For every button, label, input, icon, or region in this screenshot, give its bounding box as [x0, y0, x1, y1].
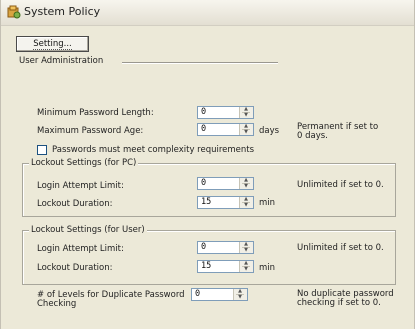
user-lockout-duration-spinner[interactable]: 15 ▲ ▼ [197, 260, 254, 273]
duplicate-levels-spinner[interactable]: 0 ▲ ▼ [191, 288, 248, 301]
user-login-attempt-label: Login Attempt Limit: [37, 244, 124, 254]
duplicate-levels-arrows[interactable]: ▲ ▼ [233, 289, 247, 300]
duplicate-levels-value: 0 [195, 289, 201, 299]
pc-lockout-duration-value: 15 [201, 197, 212, 207]
setting-button-label: Setting... [33, 39, 72, 50]
window-title: System Policy [24, 5, 101, 18]
title-bar[interactable]: System Policy [1, 0, 414, 26]
spin-down-icon[interactable]: ▼ [242, 183, 250, 189]
min-password-length-arrows[interactable]: ▲ ▼ [239, 107, 253, 118]
complexity-label: Passwords must meet complexity requireme… [52, 145, 255, 155]
max-password-age-spinner[interactable]: 0 ▲ ▼ [197, 123, 254, 136]
user-login-attempt-value: 0 [201, 242, 207, 252]
user-lockout-duration-value: 15 [201, 261, 212, 271]
pc-login-attempt-value: 0 [201, 178, 207, 188]
lockout-user-group [22, 230, 396, 285]
pc-lockout-duration-label: Lockout Duration: [37, 199, 113, 209]
heading-separator [122, 62, 278, 64]
spin-down-icon[interactable]: ▼ [242, 247, 250, 253]
duplicate-levels-label-line2: Checking [37, 299, 77, 309]
user-login-attempt-spinner[interactable]: 0 ▲ ▼ [197, 241, 254, 254]
user-administration-heading: User Administration [19, 56, 104, 66]
max-password-age-unit: days [259, 126, 280, 136]
pc-login-attempt-note: Unlimited if set to 0. [297, 180, 384, 190]
lockout-pc-legend: Lockout Settings (for PC) [29, 158, 139, 168]
pc-lockout-duration-spinner[interactable]: 15 ▲ ▼ [197, 196, 254, 209]
max-age-note-line2: 0 days. [297, 131, 328, 141]
user-login-attempt-note: Unlimited if set to 0. [297, 243, 384, 253]
lockout-user-legend: Lockout Settings (for User) [29, 225, 147, 235]
user-lockout-duration-arrows[interactable]: ▲ ▼ [239, 261, 253, 272]
spin-down-icon[interactable]: ▼ [242, 202, 250, 208]
min-password-length-value: 0 [201, 107, 207, 117]
user-login-attempt-arrows[interactable]: ▲ ▼ [239, 242, 253, 253]
min-password-length-label: Minimum Password Length: [37, 108, 154, 118]
pc-login-attempt-label: Login Attempt Limit: [37, 181, 124, 191]
pc-login-attempt-spinner[interactable]: 0 ▲ ▼ [197, 177, 254, 190]
max-password-age-label: Maximum Password Age: [37, 126, 144, 136]
max-password-age-arrows[interactable]: ▲ ▼ [239, 124, 253, 135]
spin-down-icon[interactable]: ▼ [236, 294, 244, 300]
complexity-checkbox[interactable] [37, 145, 47, 155]
setting-button[interactable]: Setting... [16, 36, 89, 52]
pc-lockout-duration-arrows[interactable]: ▲ ▼ [239, 197, 253, 208]
pc-login-attempt-arrows[interactable]: ▲ ▼ [239, 178, 253, 189]
min-password-length-spinner[interactable]: 0 ▲ ▼ [197, 106, 254, 119]
system-policy-window: System Policy Setting... User Administra… [0, 0, 415, 329]
user-lockout-duration-label: Lockout Duration: [37, 263, 113, 273]
policy-icon [7, 5, 21, 19]
max-password-age-value: 0 [201, 124, 207, 134]
spin-down-icon[interactable]: ▼ [242, 266, 250, 272]
pc-lockout-duration-unit: min [259, 198, 276, 208]
user-lockout-duration-unit: min [259, 263, 276, 273]
spin-down-icon[interactable]: ▼ [242, 129, 250, 135]
duplicate-note-line2: checking if set to 0. [297, 298, 381, 308]
spin-down-icon[interactable]: ▼ [242, 112, 250, 118]
